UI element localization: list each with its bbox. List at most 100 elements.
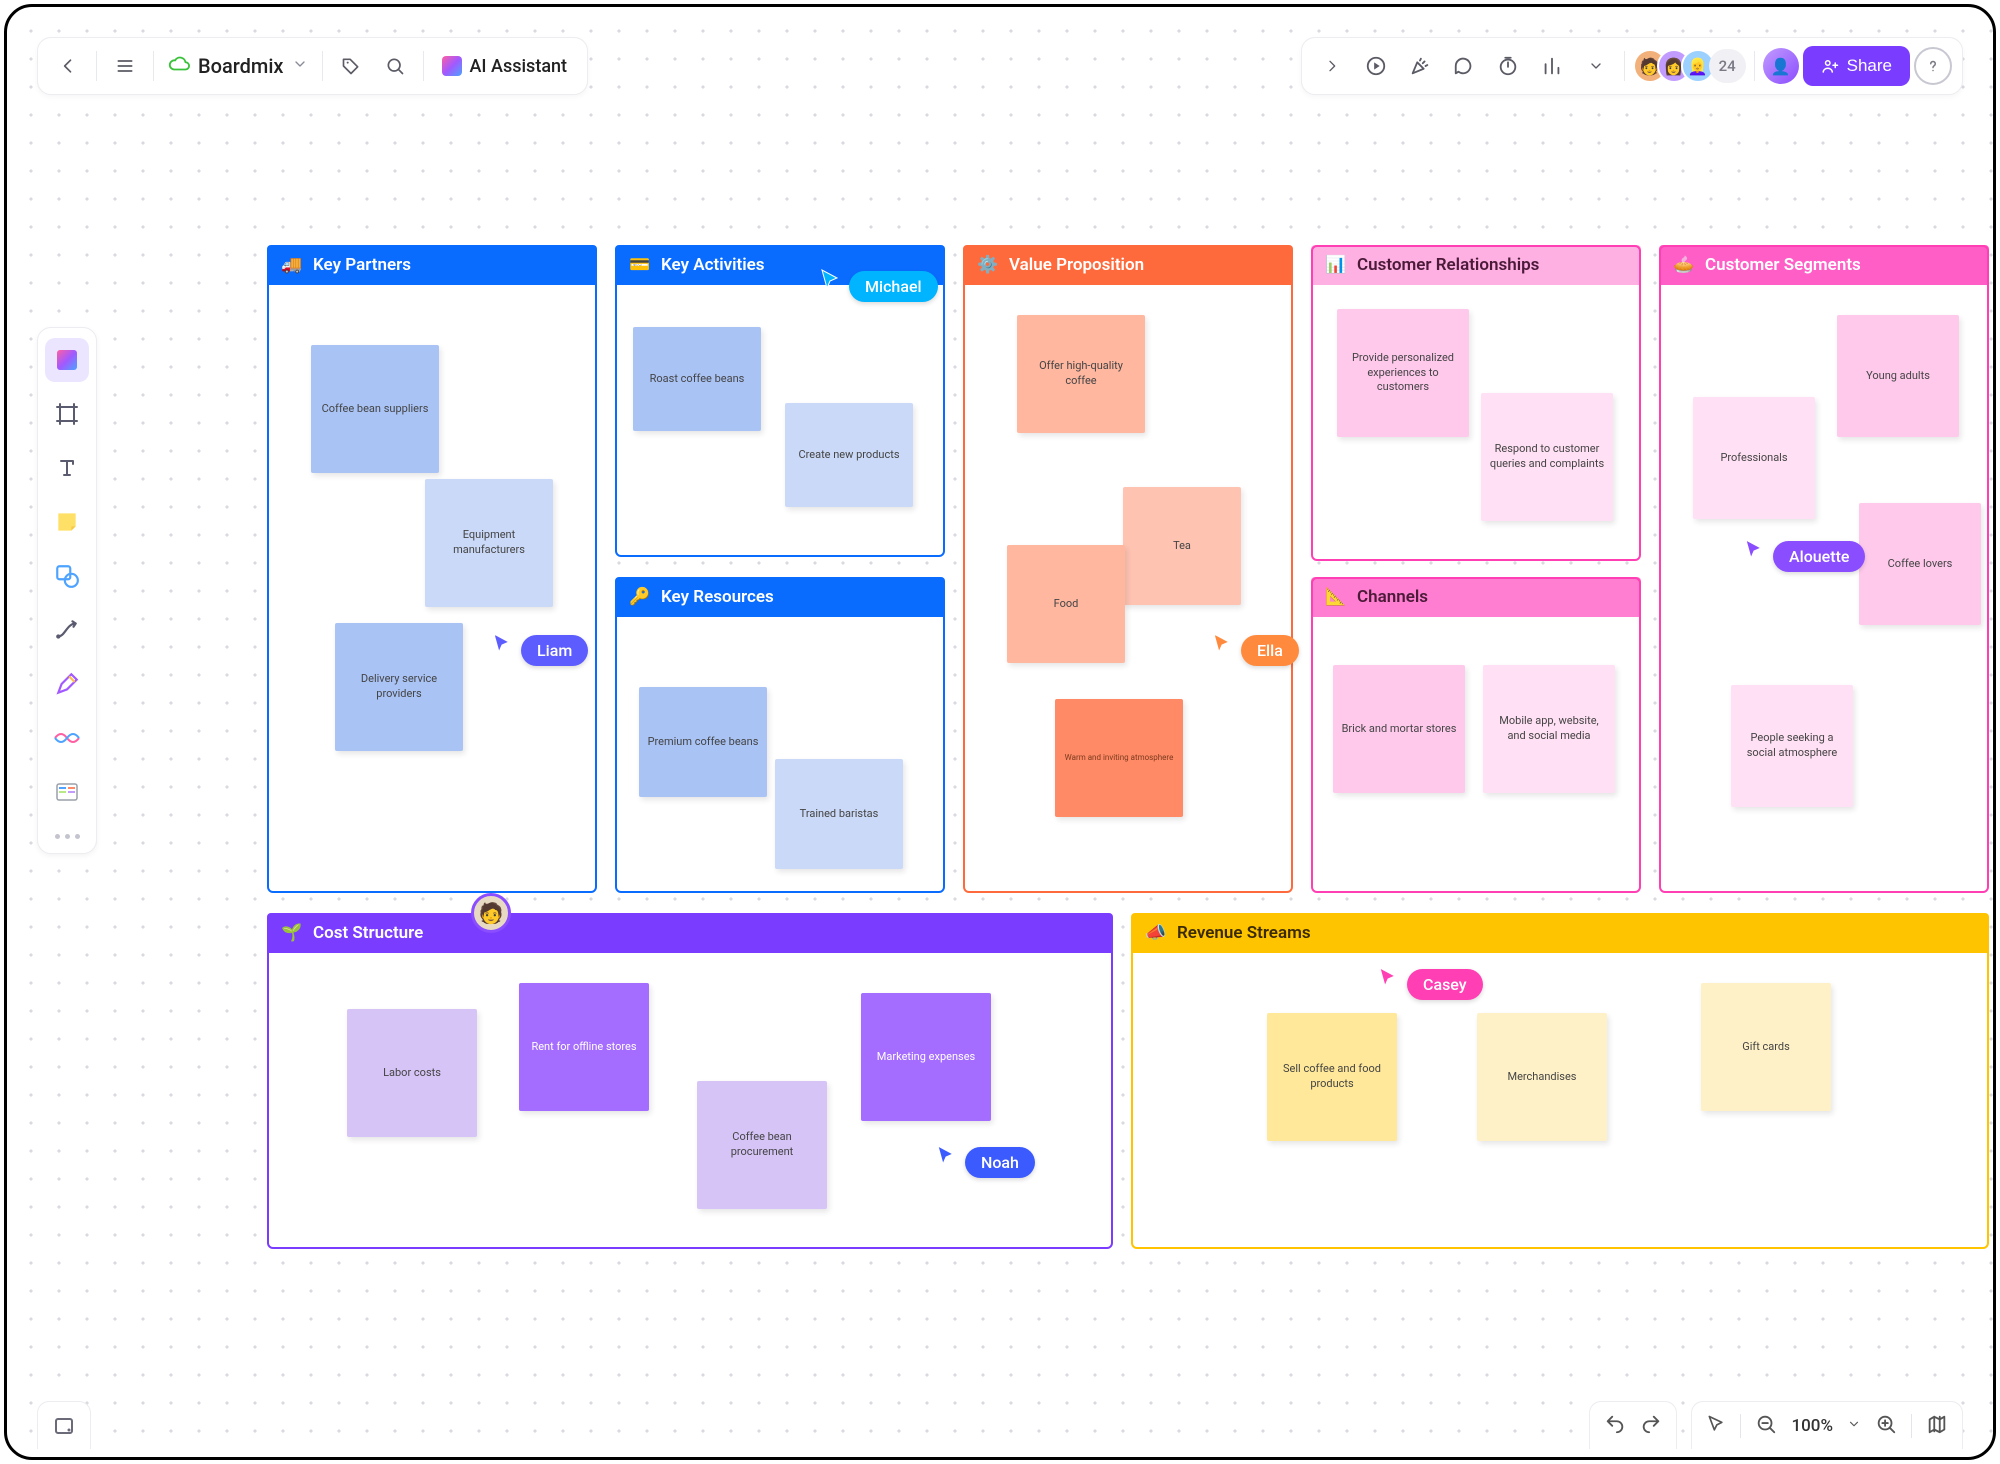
sticky-note[interactable]: Create new products — [785, 403, 913, 507]
sticky-note[interactable]: Mobile app, website, and social media — [1483, 665, 1615, 793]
panel-key-partners[interactable]: 🚚 Key Partners Coffee bean suppliers Equ… — [267, 245, 597, 893]
expand-button[interactable] — [1312, 46, 1352, 86]
sticky-note[interactable]: Brick and mortar stores — [1333, 665, 1465, 793]
sticky-text: Gift cards — [1742, 1040, 1790, 1055]
sticky-note[interactable]: Trained baristas — [775, 759, 903, 869]
back-button[interactable] — [48, 46, 88, 86]
table-tool[interactable] — [45, 770, 89, 814]
sticky-note[interactable]: Sell coffee and food products — [1267, 1013, 1397, 1141]
poll-button[interactable] — [1532, 46, 1572, 86]
connector-tool[interactable] — [45, 608, 89, 652]
sticky-text: Create new products — [798, 448, 899, 463]
sticky-note[interactable]: Coffee lovers — [1859, 503, 1981, 625]
sticky-text: Roast coffee beans — [650, 372, 745, 387]
sticky-note[interactable]: Respond to customer queries and complain… — [1481, 393, 1613, 521]
sticky-note[interactable]: Coffee bean suppliers — [311, 345, 439, 473]
pointer-mode-button[interactable] — [1706, 1414, 1726, 1438]
panel-channels[interactable]: 📐 Channels Brick and mortar stores Mobil… — [1311, 577, 1641, 893]
sticky-note[interactable]: Coffee bean procurement — [697, 1081, 827, 1209]
sticky-text: Marketing expenses — [877, 1050, 975, 1065]
sticky-text: Labor costs — [383, 1066, 441, 1081]
panel-value-proposition[interactable]: ⚙️ Value Proposition Offer high-quality … — [963, 245, 1293, 893]
sticky-note[interactable]: Labor costs — [347, 1009, 477, 1137]
sticky-text: Tea — [1173, 539, 1191, 554]
tag-button[interactable] — [331, 46, 371, 86]
help-button[interactable] — [1914, 47, 1952, 85]
share-button[interactable]: Share — [1803, 46, 1910, 86]
shape-tool[interactable] — [45, 554, 89, 598]
zoom-out-button[interactable] — [1755, 1413, 1777, 1439]
redo-button[interactable] — [1640, 1413, 1662, 1439]
play-button[interactable] — [1356, 46, 1396, 86]
sticky-note-tool[interactable] — [45, 500, 89, 544]
separator — [1740, 1414, 1741, 1438]
sticky-note[interactable]: Professionals — [1693, 397, 1815, 519]
zoom-in-button[interactable] — [1875, 1413, 1897, 1439]
user-presence-bubble[interactable]: 🧑 — [471, 893, 511, 933]
sticky-note[interactable]: Delivery service providers — [335, 623, 463, 751]
pen-tool[interactable] — [45, 662, 89, 706]
sticky-note[interactable]: Marketing expenses — [861, 993, 991, 1121]
sticky-note[interactable]: Merchandises — [1477, 1013, 1607, 1141]
sticky-text: Coffee bean suppliers — [322, 402, 429, 417]
bottom-right-controls: 100% — [1589, 1401, 1963, 1449]
panel-revenue-streams[interactable]: 📣 Revenue Streams Sell coffee and food p… — [1131, 913, 1989, 1249]
pie-chart-icon: 🥧 — [1673, 254, 1695, 276]
minimap-button[interactable] — [1926, 1413, 1948, 1439]
sticky-note[interactable]: Warm and inviting atmosphere — [1055, 699, 1183, 817]
sticky-note[interactable]: Rent for offline stores — [519, 983, 649, 1111]
sticky-text: Sell coffee and food products — [1275, 1062, 1389, 1092]
sticky-text: Food — [1054, 597, 1079, 612]
more-tools-icon[interactable] — [55, 824, 80, 843]
key-icon: 🔑 — [629, 586, 651, 608]
truck-icon: 🚚 — [281, 254, 303, 276]
sticky-note[interactable]: Young adults — [1837, 315, 1959, 437]
sticky-note[interactable]: Offer high-quality coffee — [1017, 315, 1145, 433]
sticky-note[interactable]: People seeking a social atmosphere — [1731, 685, 1853, 807]
zoom-level[interactable]: 100% — [1791, 1416, 1833, 1436]
sticky-text: Premium coffee beans — [648, 735, 759, 750]
collaborator-avatars[interactable]: 🧑 👩 👱‍♀️ 24 — [1633, 49, 1746, 83]
templates-tool[interactable] — [45, 338, 89, 382]
panel-key-resources[interactable]: 🔑 Key Resources Premium coffee beans Tra… — [615, 577, 945, 893]
sticky-note[interactable]: Provide personalized experiences to cust… — [1337, 309, 1469, 437]
frame-tool[interactable] — [45, 392, 89, 436]
canvas[interactable]: 🚚 Key Partners Coffee bean suppliers Equ… — [7, 7, 1993, 1457]
menu-button[interactable] — [105, 46, 145, 86]
sticky-text: Professionals — [1720, 451, 1787, 466]
search-button[interactable] — [375, 46, 415, 86]
sticky-note[interactable]: Food — [1007, 545, 1125, 663]
cursor-noah: Noah — [935, 1133, 1035, 1178]
sticky-note[interactable]: Equipment manufacturers — [425, 479, 553, 607]
sticky-text: Trained baristas — [800, 807, 879, 822]
more-tools-button[interactable] — [1576, 46, 1616, 86]
ai-assistant-button[interactable]: AI Assistant — [432, 56, 578, 77]
panel-title: Key Activities — [661, 255, 765, 275]
sticky-text: Offer high-quality coffee — [1025, 359, 1137, 389]
topbar-left: Boardmix AI Assistant — [37, 37, 588, 95]
undo-button[interactable] — [1604, 1413, 1626, 1439]
timer-button[interactable] — [1488, 46, 1528, 86]
sticky-note[interactable]: Roast coffee beans — [633, 327, 761, 431]
cursor-michael: Michael — [819, 257, 938, 302]
panel-cost-structure[interactable]: 🌱 Cost Structure Labor costs Rent for of… — [267, 913, 1113, 1249]
mindmap-tool[interactable] — [45, 716, 89, 760]
layers-button[interactable] — [37, 1401, 91, 1449]
cursor-label: Liam — [521, 635, 588, 666]
panel-customer-relationships[interactable]: 📊 Customer Relationships Provide persona… — [1311, 245, 1641, 561]
current-user-avatar[interactable]: 👤 — [1763, 48, 1799, 84]
text-tool[interactable] — [45, 446, 89, 490]
celebrate-button[interactable] — [1400, 46, 1440, 86]
board-title-dropdown[interactable]: Boardmix — [162, 53, 314, 79]
sticky-text: Respond to customer queries and complain… — [1489, 442, 1605, 472]
share-label: Share — [1847, 56, 1892, 76]
megaphone-icon: 📣 — [1145, 922, 1167, 944]
sticky-text: Coffee bean procurement — [705, 1130, 819, 1160]
panel-title: Key Resources — [661, 587, 774, 607]
sticky-note[interactable]: Gift cards — [1701, 983, 1831, 1111]
cursor-ella: Ella — [1211, 621, 1299, 666]
sticky-note[interactable]: Premium coffee beans — [639, 687, 767, 797]
sticky-note[interactable]: Tea — [1123, 487, 1241, 605]
zoom-chevron-icon[interactable] — [1847, 1416, 1861, 1435]
comment-button[interactable] — [1444, 46, 1484, 86]
